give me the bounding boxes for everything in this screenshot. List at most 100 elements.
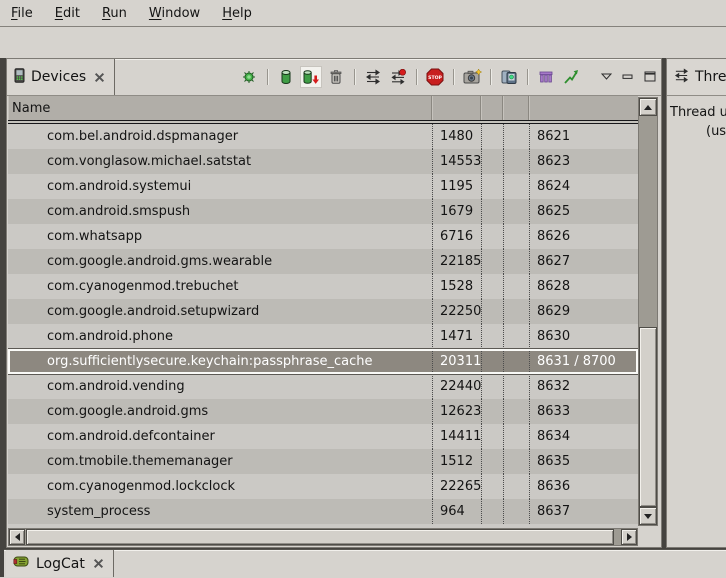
view-hierarchy-icon[interactable] [536, 67, 556, 87]
threads-tab-label: Threads [695, 69, 726, 85]
toolbar-separator [527, 69, 528, 85]
logcat-tab-label: LogCat [36, 556, 85, 572]
close-icon[interactable] [93, 558, 104, 569]
panel-window-buttons [600, 67, 656, 87]
column-header-pid[interactable] [432, 96, 481, 120]
horizontal-scrollbar[interactable] [8, 528, 638, 546]
pid-cell: 22265 [432, 474, 481, 499]
col3-cell [481, 124, 503, 149]
menu-run[interactable]: Run [91, 3, 138, 24]
col3-cell [481, 374, 503, 399]
col4-cell [503, 174, 529, 199]
pid-cell: 12623 [432, 399, 481, 424]
device-row[interactable]: com.bel.android.dspmanager14808621 [8, 124, 638, 149]
debug-port-cell: 8621 [529, 124, 638, 149]
debug-port-cell: 8634 [529, 424, 638, 449]
col4-cell [503, 199, 529, 224]
tab-devices[interactable]: Devices [7, 59, 115, 95]
col3-cell [481, 399, 503, 424]
debug-port-cell: 8631 / 8700 [529, 349, 638, 374]
debug-port-cell: 8624 [529, 174, 638, 199]
stop-process-icon[interactable]: STOP [425, 67, 445, 87]
process-name-cell: org.sufficientlysecure.keychain:passphra… [8, 349, 432, 374]
col3-cell [481, 274, 503, 299]
pid-cell: 22185 [432, 249, 481, 274]
scroll-up-button[interactable] [639, 98, 657, 116]
column-header-4[interactable] [503, 96, 529, 120]
debug-port-cell: 8637 [529, 499, 638, 524]
scroll-left-button[interactable] [9, 529, 25, 545]
col3-cell [481, 199, 503, 224]
column-header-port[interactable] [529, 96, 638, 120]
device-row[interactable]: com.cyanogenmod.trebuchet15288628 [8, 274, 638, 299]
toolbar-separator [453, 69, 454, 85]
device-row[interactable]: org.sufficientlysecure.keychain:passphra… [8, 349, 638, 374]
device-row[interactable]: com.google.android.setupwizard222508629 [8, 299, 638, 324]
device-row[interactable]: system_process9648637 [8, 499, 638, 524]
tab-logcat[interactable]: LogCat [6, 550, 114, 577]
col3-cell [481, 299, 503, 324]
process-name-cell: com.google.android.gms.wearable [8, 249, 432, 274]
device-row[interactable]: com.vonglasow.michael.satstat145538623 [8, 149, 638, 174]
maximize-icon[interactable] [643, 67, 656, 87]
screen-capture-icon[interactable] [462, 67, 482, 87]
down-arrow-icon [644, 514, 652, 519]
toolbar-separator [416, 69, 417, 85]
process-name-cell: com.android.phone [8, 324, 432, 349]
device-row[interactable]: com.tmobile.thememanager15128635 [8, 449, 638, 474]
devices-tab-label: Devices [31, 69, 86, 85]
horizontal-scrollbar-thumb[interactable] [26, 529, 614, 545]
col4-cell [503, 249, 529, 274]
col3-cell [481, 174, 503, 199]
scroll-right-button[interactable] [621, 529, 637, 545]
dump-hprof-icon[interactable] [301, 67, 321, 87]
pid-cell: 20311 [432, 349, 481, 374]
opengl-trace-icon[interactable] [561, 67, 581, 87]
threads-message-line2: (use toolbar button to enable) [706, 122, 726, 141]
device-row[interactable]: com.android.smspush16798625 [8, 199, 638, 224]
col4-cell [503, 299, 529, 324]
close-icon[interactable] [94, 72, 105, 83]
phone-icon [14, 68, 25, 87]
toolbar-separator [490, 69, 491, 85]
threads-message-line1: Thread updates not enabled for selected … [670, 103, 726, 122]
debug-port-cell: 8635 [529, 449, 638, 474]
col3-cell [481, 224, 503, 249]
device-row[interactable]: com.whatsapp67168626 [8, 224, 638, 249]
tab-threads[interactable]: Threads [667, 59, 726, 95]
device-screens-icon[interactable] [499, 67, 519, 87]
menu-window[interactable]: Window [138, 3, 211, 24]
pid-cell: 22440 [432, 374, 481, 399]
debug-process-icon[interactable] [239, 67, 259, 87]
debug-port-cell: 8633 [529, 399, 638, 424]
device-row[interactable]: com.google.android.gms126238633 [8, 399, 638, 424]
update-threads-icon[interactable] [363, 67, 383, 87]
device-row[interactable]: com.android.systemui11958624 [8, 174, 638, 199]
workspace: Devices [0, 58, 726, 577]
column-header-name[interactable]: Name [8, 96, 432, 120]
device-row[interactable]: com.android.defcontainer144118634 [8, 424, 638, 449]
device-row[interactable]: com.google.android.gms.wearable221858627 [8, 249, 638, 274]
menu-file[interactable]: File [0, 3, 44, 24]
view-menu-icon[interactable] [600, 67, 612, 87]
device-row[interactable]: com.cyanogenmod.lockclock222658636 [8, 474, 638, 499]
col3-cell [481, 324, 503, 349]
debug-port-cell: 8628 [529, 274, 638, 299]
toolbar-separator [267, 69, 268, 85]
threads-tabbar: Threads [667, 59, 726, 96]
vertical-scrollbar-thumb[interactable] [639, 327, 657, 507]
device-row[interactable]: com.android.vending224408632 [8, 374, 638, 399]
scroll-down-button[interactable] [639, 507, 657, 525]
col4-cell [503, 124, 529, 149]
pid-cell: 14553 [432, 149, 481, 174]
cause-gc-icon[interactable] [326, 67, 346, 87]
minimize-icon[interactable] [621, 67, 634, 87]
column-header-3[interactable] [481, 96, 503, 120]
menu-edit[interactable]: Edit [44, 3, 91, 24]
debug-port-cell: 8625 [529, 199, 638, 224]
menu-help[interactable]: Help [211, 3, 263, 24]
device-row[interactable]: com.android.phone14718630 [8, 324, 638, 349]
start-method-profiling-icon[interactable] [388, 67, 408, 87]
vertical-scrollbar[interactable] [638, 97, 658, 526]
update-heap-icon[interactable] [276, 67, 296, 87]
